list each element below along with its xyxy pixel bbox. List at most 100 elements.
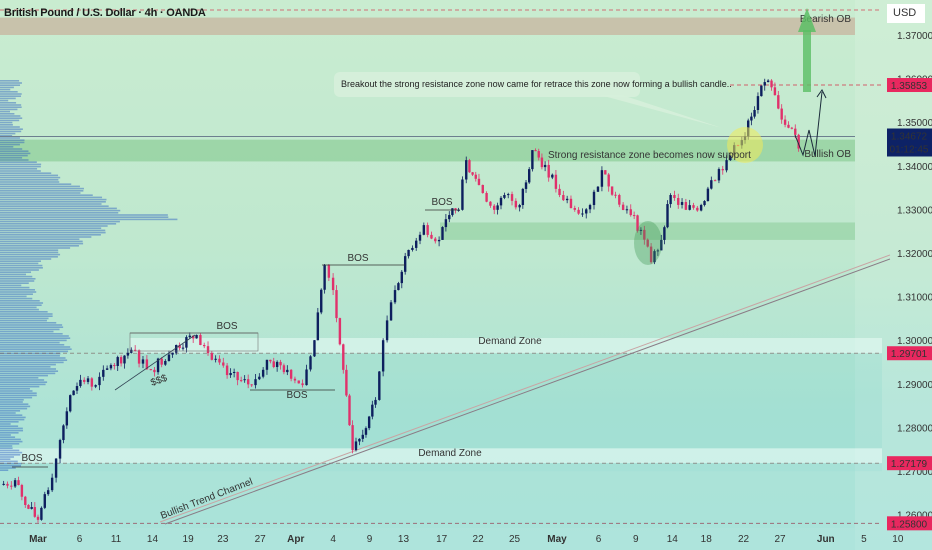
volume-profile-bar (0, 436, 16, 438)
volume-profile-bar (0, 152, 31, 155)
volume-profile-bar (0, 443, 20, 445)
bos-label: BOS (216, 321, 237, 332)
candle-bullish (703, 201, 706, 206)
candle-bearish (777, 95, 780, 109)
volume-profile-bar (0, 315, 53, 317)
volume-profile-bar (0, 91, 18, 93)
bos-label: BOS (286, 390, 307, 401)
candle-bullish (518, 205, 521, 208)
candle-bearish (149, 369, 152, 371)
x-tick-label: 25 (509, 534, 521, 545)
volume-profile-bar (0, 115, 21, 117)
y-tick-label: 1.33000 (897, 205, 932, 216)
volume-profile-bar (0, 361, 64, 364)
candle-bullish (551, 174, 554, 178)
candle-bearish (210, 353, 214, 360)
candle-bearish (770, 80, 773, 88)
candle-bearish (218, 358, 221, 363)
volume-profile-bar (0, 227, 102, 229)
candle-bearish (614, 194, 617, 196)
volume-profile-bar (0, 300, 40, 302)
volume-profile-bar (0, 370, 59, 372)
x-tick-label: 4 (330, 534, 336, 545)
x-tick-label: 17 (436, 534, 448, 545)
candle-bullish (585, 209, 588, 214)
zone-bearish-ob (0, 17, 855, 35)
candle-bearish (301, 383, 304, 386)
volume-profile-bar (0, 181, 60, 183)
volume-profile-bar (0, 359, 68, 361)
volume-profile-bar (0, 368, 57, 370)
volume-profile-bar (0, 240, 83, 243)
candle-bearish (327, 265, 331, 278)
candle-bullish (40, 507, 43, 520)
candle-bullish (313, 340, 316, 357)
volume-profile-bar (0, 432, 19, 434)
candle-bearish (236, 371, 239, 381)
candle-bullish (381, 340, 385, 372)
demand-zone-shade (0, 463, 882, 472)
volume-profile-bar (0, 445, 13, 447)
candle-bearish (282, 365, 286, 373)
x-tick-label: 19 (183, 534, 195, 545)
callout-pointer (600, 95, 722, 128)
candle-bullish (448, 215, 451, 220)
candle-bearish (203, 345, 206, 347)
candle-bearish (607, 174, 610, 187)
candle-bullish (528, 169, 531, 183)
volume-profile-bar (0, 454, 21, 456)
candle-bullish (389, 302, 393, 321)
volume-profile-bar (0, 126, 20, 128)
chart-stage[interactable]: Bullish Trend Channel BOS BOS BOS BOS BOS $$$ B… (0, 0, 932, 550)
candle-bearish (713, 180, 717, 182)
y-tick-label: 1.34000 (897, 162, 932, 173)
candle-bullish (378, 371, 381, 400)
volume-profile-bar (0, 410, 21, 412)
y-tick-label: 1.28000 (897, 423, 932, 434)
candle-bullish (374, 399, 377, 405)
candle-bullish (688, 205, 691, 210)
volume-profile-bar (0, 190, 84, 192)
volume-profile-bar (0, 207, 117, 210)
candle-bullish (43, 494, 46, 508)
candle-bearish (554, 174, 558, 189)
volume-profile-bar (0, 247, 71, 249)
candle-bearish (133, 349, 137, 351)
volume-profile-bar (0, 99, 9, 102)
candle-bearish (604, 170, 607, 175)
volume-profile-bar (0, 388, 30, 390)
candle-bullish (760, 85, 763, 97)
candle-bullish (171, 352, 174, 355)
candle-bullish (254, 379, 257, 386)
volume-profile-bar (0, 438, 21, 441)
volume-profile-bar (0, 273, 27, 276)
candle-bullish (725, 160, 728, 171)
currency-selector[interactable]: USD (887, 4, 925, 23)
time-axis-panel[interactable] (0, 528, 855, 550)
x-tick-label: 22 (738, 534, 750, 545)
candle-bullish (316, 312, 320, 341)
candle-bullish (75, 386, 79, 391)
candle-bullish (354, 441, 358, 451)
x-tick-label: 27 (774, 534, 786, 545)
volume-profile-bar (0, 229, 106, 232)
demand-zone-label: Demand Zone (478, 336, 542, 347)
candle-bullish (666, 204, 669, 228)
candle-bearish (510, 194, 514, 201)
candle-bullish (422, 225, 426, 235)
volume-profile-bar (0, 429, 24, 432)
x-tick-label: 23 (217, 534, 229, 545)
volume-profile-bar (0, 440, 23, 443)
candle-bullish (309, 356, 312, 370)
volume-profile-bar (0, 381, 48, 383)
candle-bullish (663, 227, 666, 240)
volume-profile-bar (0, 333, 63, 335)
candle-bullish (130, 349, 133, 353)
volume-profile-bar (0, 390, 33, 392)
candle-bearish (279, 361, 282, 366)
volume-profile-bar (0, 256, 58, 258)
volume-profile-bar (0, 337, 71, 339)
volume-profile-bar (0, 372, 56, 375)
volume-profile-bar (0, 295, 27, 298)
volume-profile-bar (0, 341, 60, 344)
